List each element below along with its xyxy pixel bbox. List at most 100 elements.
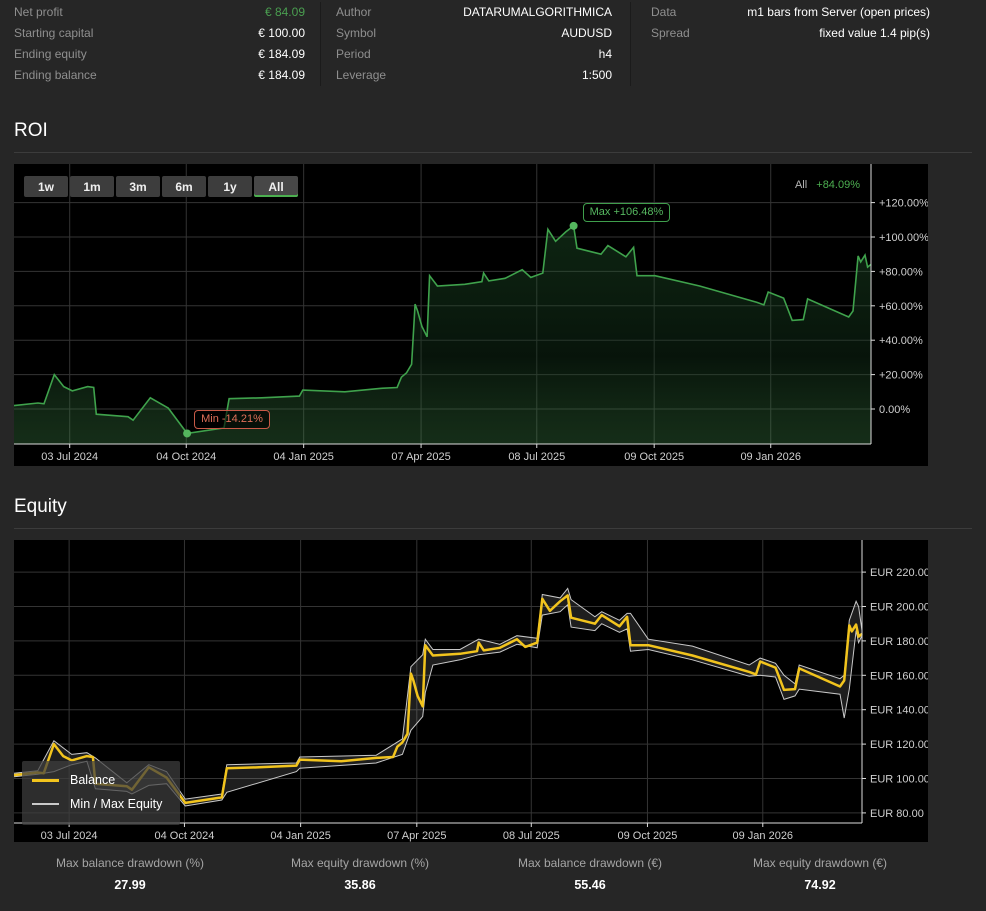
stats-column-data: Data m1 bars from Server (open prices) Spr… (630, 2, 986, 86)
roi-section-title: ROI (14, 120, 986, 142)
y-axis-tick-label: +60.00% (879, 301, 923, 313)
stat-label: Net profit (14, 6, 63, 19)
y-axis-tick-label: EUR 160.00 (870, 670, 928, 682)
stat-value: DATARUMALGORITHMICA (463, 6, 612, 19)
stat-row: Symbol AUDUSD (321, 23, 630, 44)
x-axis-tick-label: 04 Oct 2024 (154, 830, 214, 842)
stat-label: Symbol (336, 27, 376, 40)
drawdown-stat-label: Max equity drawdown (€) (705, 857, 935, 870)
equity-chart-panel[interactable]: EUR 220.00 EUR 200.00 EUR 180.00 EUR 160.00… (14, 540, 928, 842)
stat-value: 1:500 (582, 69, 612, 82)
minmax-line-swatch-icon (32, 803, 59, 805)
roi-summary-value: +84.09% (816, 179, 860, 191)
x-axis-tick-label: 09 Oct 2025 (624, 451, 684, 463)
stat-row: Ending balance € 184.09 (0, 65, 320, 86)
drawdown-stat-value: 35.86 (245, 878, 475, 892)
stat-label: Ending equity (14, 48, 87, 61)
stat-row: Data m1 bars from Server (open prices) (631, 2, 986, 23)
stat-label: Data (651, 6, 676, 19)
y-axis-tick-label: +80.00% (879, 266, 923, 278)
stat-row: Spreadfixed value 1.4 pip(s) (631, 23, 986, 44)
stat-row: Ending equity € 184.09 (0, 44, 320, 65)
stat-value: AUDUSD (561, 27, 612, 40)
stat-row: Leverage 1:500 (321, 65, 630, 86)
y-axis-tick-label: EUR 100.00 (870, 774, 928, 786)
stat-value: m1 bars from Server (open prices) (747, 6, 930, 19)
stat-value: h4 (599, 48, 612, 61)
roi-summary-range-label: All (795, 179, 807, 191)
equity-chart-legend: Balance Min / Max Equity (22, 761, 180, 825)
x-axis-tick-label: 08 Jul 2025 (503, 830, 560, 842)
legend-item-minmax-equity[interactable]: Min / Max Equity (32, 792, 162, 816)
x-axis-tick-label: 09 Oct 2025 (617, 830, 677, 842)
drawdown-stat-label: Max equity drawdown (%) (245, 857, 475, 870)
drawdown-stat-value: 55.46 (475, 878, 705, 892)
x-axis-tick-label: 04 Jan 2025 (273, 451, 334, 463)
equity-section-divider (14, 528, 972, 529)
stat-label: Period (336, 48, 371, 61)
roi-range-buttons: 1w1m3m6m1yAll (24, 176, 298, 197)
y-axis-tick-label: +100.00% (879, 232, 928, 244)
roi-chart-canvas[interactable]: +120.00% +100.00% +80.00% +60.00% +40.00% +20… (14, 164, 928, 466)
range-button-1y[interactable]: 1y (208, 176, 252, 197)
x-axis-tick-label: 04 Jan 2025 (270, 830, 331, 842)
y-axis-tick-label: +40.00% (879, 335, 923, 347)
stat-value: € 184.09 (258, 48, 305, 61)
stat-label: Author (336, 6, 371, 19)
stat-label: Leverage (336, 69, 386, 82)
x-axis-tick-label: 07 Apr 2025 (387, 830, 446, 842)
range-button-3m[interactable]: 3m (116, 176, 160, 197)
roi-chart-panel[interactable]: +120.00% +100.00% +80.00% +60.00% +40.00% +20… (14, 164, 928, 466)
x-axis-tick-label: 09 Jan 2026 (733, 830, 794, 842)
stats-column-strategy: Author DATARUMALGORITHMICA Symbol AUDUSD Per… (320, 2, 630, 86)
stat-label: Starting capital (14, 27, 93, 40)
y-axis-tick-label: EUR 120.00 (870, 739, 928, 751)
stat-value: € 184.09 (258, 69, 305, 82)
drawdown-stat: Max equity drawdown (€) 74.92 (705, 857, 935, 892)
drawdown-stat-label: Max balance drawdown (%) (15, 857, 245, 870)
legend-item-balance[interactable]: Balance (32, 768, 162, 792)
drawdown-stat-value: 74.92 (705, 878, 935, 892)
x-axis-tick-label: 03 Jul 2024 (41, 830, 98, 842)
x-axis-tick-label: 03 Jul 2024 (41, 451, 98, 463)
y-axis-tick-label: EUR 80.00 (870, 808, 924, 820)
range-button-1w[interactable]: 1w (24, 176, 68, 197)
roi-summary: All +84.09% (795, 179, 860, 191)
legend-minmax-label: Min / Max Equity (70, 797, 162, 811)
drawdown-stat: Max equity drawdown (%) 35.86 (245, 857, 475, 892)
y-axis-tick-label: +20.00% (879, 370, 923, 382)
y-axis-tick-label: EUR 220.00 (870, 567, 928, 579)
y-axis-tick-label: EUR 140.00 (870, 705, 928, 717)
y-axis-tick-label: EUR 180.00 (870, 636, 928, 648)
x-axis-tick-label: 07 Apr 2025 (391, 451, 450, 463)
x-axis-tick-label: 04 Oct 2024 (156, 451, 216, 463)
stat-value: fixed value 1.4 pip(s) (819, 27, 930, 40)
drawdown-stat-value: 27.99 (15, 878, 245, 892)
y-axis-tick-label: +120.00% (879, 198, 928, 210)
stat-value: € 84.09 (265, 6, 305, 19)
stat-row: Net profit € 84.09 (0, 2, 320, 23)
x-axis-tick-label: 09 Jan 2026 (740, 451, 801, 463)
range-button-1m[interactable]: 1m (70, 176, 114, 197)
stat-row: Period h4 (321, 44, 630, 65)
x-axis-tick-label: 08 Jul 2025 (508, 451, 565, 463)
stat-row: Starting capital € 100.00 (0, 23, 320, 44)
range-button-all[interactable]: All (254, 176, 298, 197)
stat-label: Ending balance (14, 69, 97, 82)
drawdown-stat-label: Max balance drawdown (€) (475, 857, 705, 870)
y-axis-tick-label: EUR 200.00 (870, 602, 928, 614)
stat-value: € 100.00 (258, 27, 305, 40)
drawdown-stat: Max balance drawdown (€) 55.46 (475, 857, 705, 892)
legend-balance-label: Balance (70, 773, 115, 787)
equity-section-title: Equity (14, 496, 986, 518)
drawdown-stat: Max balance drawdown (%) 27.99 (15, 857, 245, 892)
range-button-6m[interactable]: 6m (162, 176, 206, 197)
stats-column-profit: Net profit € 84.09 Starting capital € 100.0… (0, 2, 320, 86)
balance-line-swatch-icon (32, 779, 59, 782)
stat-row: Author DATARUMALGORITHMICA (321, 2, 630, 23)
max-roi-annotation: Max +106.48% (583, 203, 671, 222)
summary-stats-bar: Net profit € 84.09 Starting capital € 100.0… (0, 0, 986, 86)
drawdown-stats-row: Max balance drawdown (%)27.99Max equity … (15, 857, 986, 892)
min-roi-annotation: Min -14.21% (194, 410, 270, 429)
roi-section-divider (14, 152, 972, 153)
